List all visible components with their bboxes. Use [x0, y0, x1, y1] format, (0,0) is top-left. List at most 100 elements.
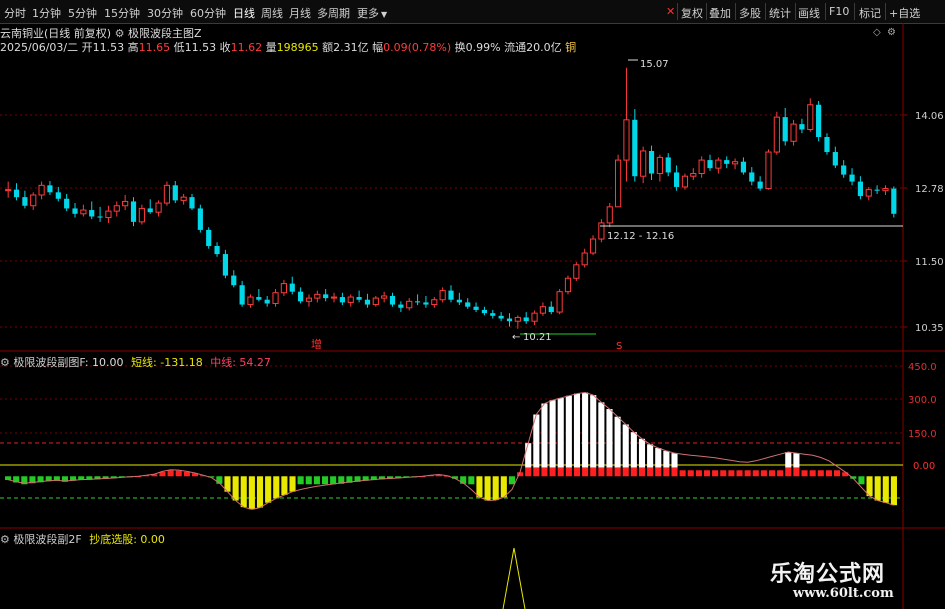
candle-body[interactable] — [807, 104, 814, 130]
candle-body[interactable] — [105, 210, 112, 219]
candle-body[interactable] — [372, 297, 379, 306]
candle-body[interactable] — [506, 318, 513, 322]
candle-body[interactable] — [556, 291, 563, 313]
candle-body[interactable] — [765, 151, 772, 190]
candle-body[interactable] — [189, 197, 195, 209]
candle-body[interactable] — [456, 299, 462, 303]
candle-body[interactable] — [548, 306, 554, 313]
candle-body[interactable] — [724, 160, 730, 164]
candle-body[interactable] — [122, 200, 129, 207]
candle-body[interactable] — [757, 181, 763, 189]
candle-body[interactable] — [389, 295, 396, 305]
candle-body[interactable] — [5, 189, 12, 192]
candle-body[interactable] — [589, 238, 597, 254]
candle-body[interactable] — [381, 295, 388, 299]
candle-body[interactable] — [891, 188, 897, 214]
candle-body[interactable] — [72, 208, 78, 214]
candle-body[interactable] — [490, 313, 496, 316]
candle-body[interactable] — [790, 123, 797, 142]
candle-body[interactable] — [80, 209, 87, 215]
candle-body[interactable] — [523, 317, 529, 322]
candle-body[interactable] — [163, 184, 171, 204]
candle-body[interactable] — [347, 296, 354, 303]
candle-body[interactable] — [138, 207, 145, 223]
candle-body[interactable] — [740, 161, 747, 173]
candle-body[interactable] — [113, 205, 120, 212]
candle-body[interactable] — [130, 201, 137, 222]
candle-body[interactable] — [448, 290, 454, 300]
candle-body[interactable] — [673, 172, 680, 187]
candle-body[interactable] — [298, 291, 304, 302]
candle-body[interactable] — [665, 157, 671, 173]
candle-body[interactable] — [222, 254, 229, 276]
candle-body[interactable] — [606, 206, 613, 224]
candle-body[interactable] — [231, 275, 237, 286]
candle-body[interactable] — [330, 296, 338, 299]
candle-body[interactable] — [481, 309, 488, 314]
candle-body[interactable] — [882, 188, 889, 192]
candle-body[interactable] — [264, 299, 270, 304]
candle-body[interactable] — [698, 159, 705, 175]
candle-body[interactable] — [280, 283, 287, 294]
gear-icon[interactable]: ⚙ — [0, 533, 10, 546]
candle-body[interactable] — [681, 175, 689, 188]
candle-body[interactable] — [598, 222, 605, 240]
candle-body[interactable] — [22, 197, 28, 206]
candle-body[interactable] — [356, 297, 362, 300]
candle-body[interactable] — [773, 116, 780, 153]
candle-body[interactable] — [339, 297, 345, 303]
candle-body[interactable] — [832, 152, 838, 166]
candle-body[interactable] — [89, 210, 95, 217]
candle-body[interactable] — [782, 117, 788, 142]
candle-body[interactable] — [406, 300, 413, 309]
candle-body[interactable] — [749, 172, 755, 182]
candle-body[interactable] — [305, 297, 313, 302]
sub1-title[interactable]: 极限波段副图F — [13, 356, 84, 369]
sub2-title[interactable]: 极限波段副2F — [13, 533, 81, 546]
candle-body[interactable] — [690, 173, 697, 177]
candle-body[interactable] — [423, 302, 429, 305]
candle-body[interactable] — [289, 283, 295, 292]
candle-body[interactable] — [715, 159, 722, 169]
candle-body[interactable] — [364, 299, 371, 305]
candle-body[interactable] — [640, 150, 647, 177]
candle-body[interactable] — [55, 192, 61, 199]
candle-body[interactable] — [439, 290, 446, 301]
candle-body[interactable] — [824, 137, 830, 153]
candle-body[interactable] — [155, 202, 162, 213]
candle-body[interactable] — [97, 216, 103, 218]
candle-body[interactable] — [656, 156, 663, 175]
candle-body[interactable] — [632, 119, 638, 177]
candle-body[interactable] — [147, 208, 153, 213]
candle-body[interactable] — [30, 194, 37, 207]
candle-body[interactable] — [865, 189, 872, 197]
candle-body[interactable] — [857, 181, 863, 197]
candle-body[interactable] — [514, 316, 521, 322]
candle-body[interactable] — [256, 297, 262, 300]
kline-chart[interactable]: 14.06 12.78 11.50 10.35 15.07 12.12 - 12… — [0, 0, 945, 609]
candle-body[interactable] — [197, 208, 203, 230]
candle-body[interactable] — [648, 150, 655, 174]
candle-body[interactable] — [172, 185, 178, 201]
candle-body[interactable] — [531, 312, 538, 322]
candle-body[interactable] — [239, 285, 245, 305]
candle-body[interactable] — [180, 196, 187, 201]
candle-body[interactable] — [564, 277, 572, 293]
candle-body[interactable] — [314, 293, 321, 299]
candle-body[interactable] — [272, 292, 279, 304]
candle-body[interactable] — [841, 165, 847, 175]
candle-body[interactable] — [431, 299, 438, 306]
candle-body[interactable] — [206, 229, 212, 247]
candle-body[interactable] — [398, 304, 404, 308]
candle-body[interactable] — [816, 104, 822, 137]
candle-body[interactable] — [38, 184, 45, 196]
candle-body[interactable] — [214, 246, 220, 255]
candle-body[interactable] — [323, 294, 329, 299]
candle-body[interactable] — [581, 252, 588, 266]
candle-body[interactable] — [615, 159, 622, 208]
candle-body[interactable] — [247, 296, 254, 306]
candle-body[interactable] — [64, 198, 70, 209]
candle-body[interactable] — [874, 189, 880, 191]
candle-body[interactable] — [707, 160, 713, 169]
candle-body[interactable] — [13, 189, 20, 198]
